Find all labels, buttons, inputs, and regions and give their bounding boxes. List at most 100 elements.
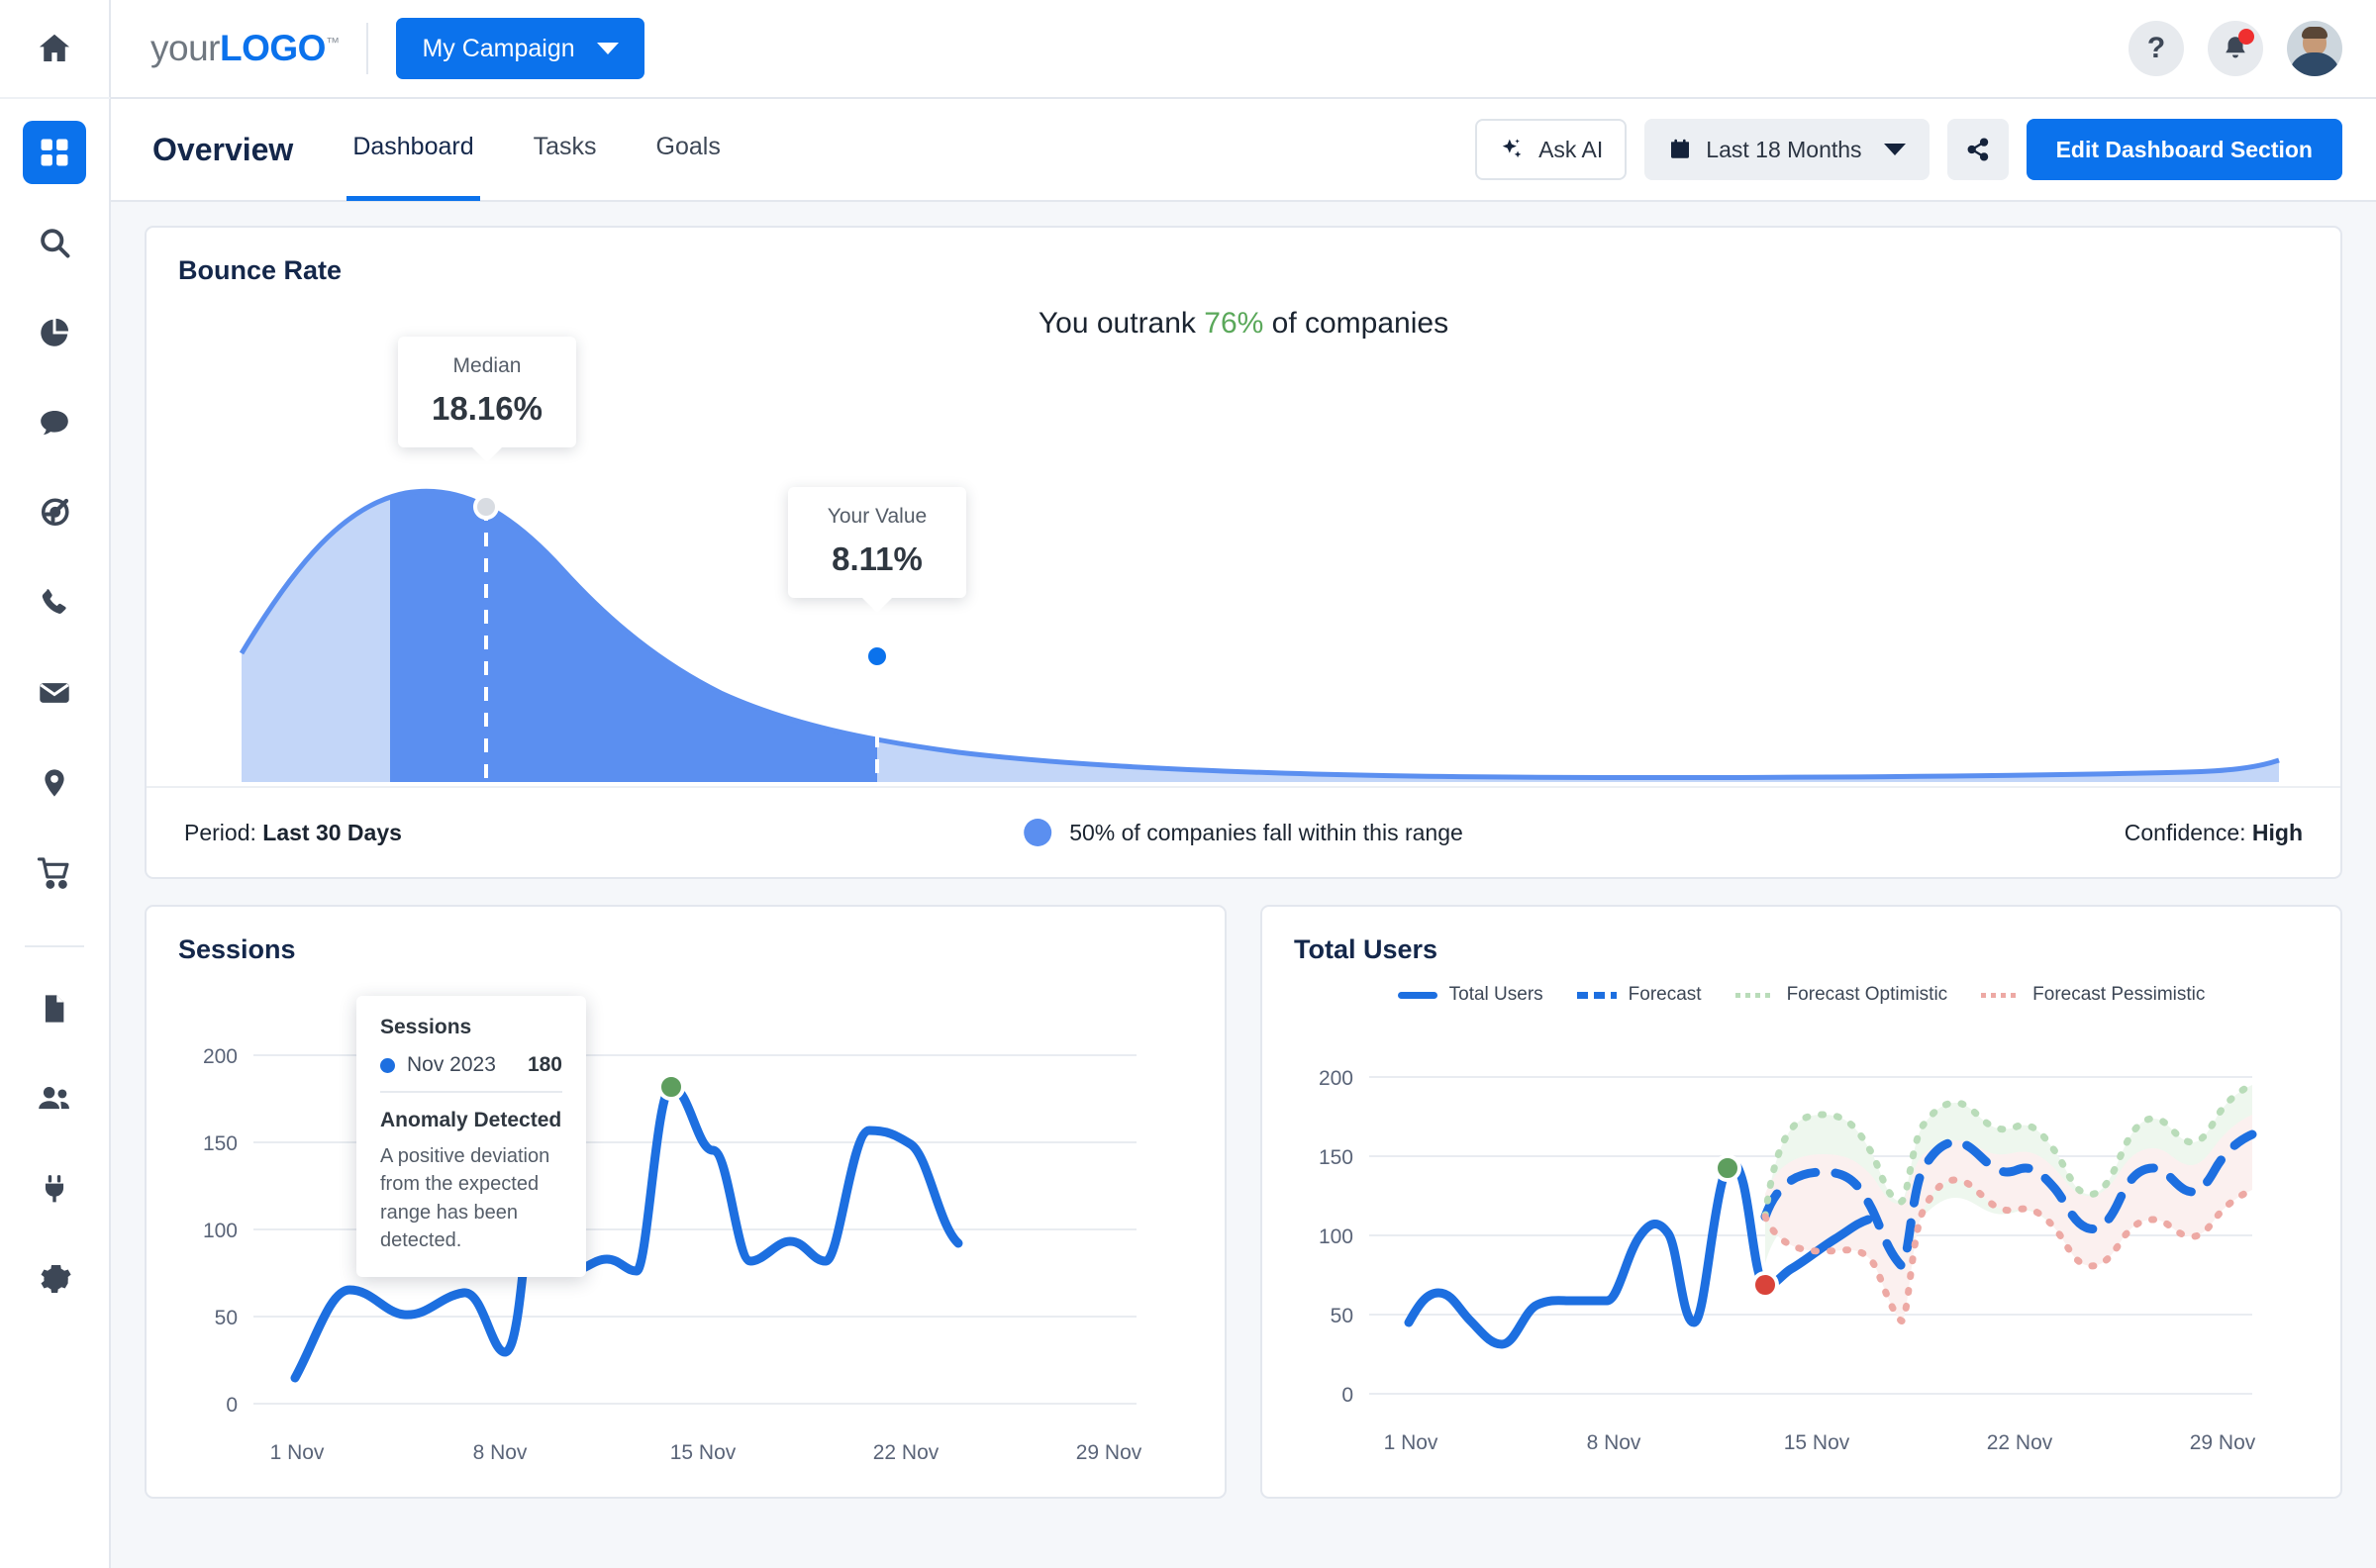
tooltip-anomaly-title: Anomaly Detected [380,1109,562,1132]
page-header: Overview Dashboard Tasks Goals Ask AI [111,99,2376,202]
avatar-hair [2302,27,2327,39]
anomaly-marker-low[interactable] [1753,1273,1777,1297]
help-button[interactable]: ? [2128,21,2184,76]
sidebar-item-calls[interactable] [23,571,86,635]
sidebar-item-targeting[interactable] [23,481,86,544]
sidebar-item-settings[interactable] [23,1247,86,1311]
tooltip-series-dot [380,1058,395,1073]
page-title: Overview [152,132,293,168]
outrank-post: of companies [1263,307,1448,340]
total-users-svg: 200 150 100 50 0 1 Nov 8 Nov 15 Nov 22 N… [1262,1055,2272,1491]
x-tick-label: 29 Nov [1076,1441,1142,1464]
logo-separator [366,23,368,74]
y-tick-label: 150 [1319,1146,1353,1169]
sidebar-item-email[interactable] [23,661,86,725]
avatar[interactable] [2287,21,2342,76]
x-tick-label: 1 Nov [270,1441,325,1464]
median-tooltip-value: 18.16% [426,390,548,428]
tooltip-arrow [860,596,894,613]
pie-chart-icon [37,315,72,350]
x-tick-label: 29 Nov [2190,1431,2256,1454]
legend-item-forecast[interactable]: Forecast [1577,984,1702,1006]
legend-item-forecast-pessimistic[interactable]: Forecast Pessimistic [1981,984,2205,1006]
median-marker [475,496,497,518]
calendar-icon [1668,137,1692,162]
your-value-marker [866,645,888,667]
your-value-tooltip-value: 8.11% [816,540,939,578]
sessions-chart: 200 150 100 50 0 1 Nov 8 Nov 15 Nov 22 N… [147,1016,1225,1497]
tooltip-series-label: Nov 2023 [407,1053,496,1077]
legend-label: Forecast [1629,984,1702,1006]
total-users-title: Total Users [1294,934,2309,965]
header-actions: Ask AI Last 18 Months Edit Dashboard Sec… [1475,119,2342,180]
tab-dashboard[interactable]: Dashboard [346,98,479,201]
legend-item-total-users[interactable]: Total Users [1398,984,1543,1006]
x-tick-label: 8 Nov [473,1441,528,1464]
y-tick-label: 100 [1319,1225,1353,1248]
sidebar-item-messages[interactable] [23,391,86,454]
sidebar-item-integrations[interactable] [23,1157,86,1221]
anomaly-marker-high[interactable] [1716,1156,1739,1180]
y-tick-label: 0 [1341,1384,1353,1407]
tab-goals[interactable]: Goals [650,98,727,201]
bounce-distribution-chart: Median 18.16% Your Value 8.11% [147,366,2340,782]
sidebar-home-button[interactable] [0,0,110,99]
range-legend: 50% of companies fall within this range [1024,819,1463,846]
tab-bar: Dashboard Tasks Goals [346,98,727,201]
sidebar-item-analytics[interactable] [23,301,86,364]
sidebar-item-ecommerce[interactable] [23,841,86,905]
sidebar-item-locations[interactable] [23,751,86,815]
legend-label: Total Users [1449,984,1543,1006]
question-mark-icon: ? [2147,32,2165,65]
y-tick-label: 150 [203,1132,238,1155]
tooltip-anomaly-text: A positive deviation from the expected r… [380,1142,562,1255]
confidence-label: Confidence: [2125,820,2246,845]
notifications-button[interactable] [2208,21,2263,76]
chevron-down-icon [597,43,619,54]
plug-icon [38,1172,71,1206]
sidebar-divider [25,945,84,947]
top-bar: yourLOGO™ My Campaign ? [111,0,2376,99]
period-label: Period: [184,820,256,845]
edit-dashboard-button[interactable]: Edit Dashboard Section [2027,119,2342,180]
anomaly-marker-high[interactable] [659,1075,683,1099]
chevron-down-icon [1884,144,1906,155]
shopping-cart-icon [37,855,72,891]
campaign-selector[interactable]: My Campaign [396,18,644,79]
period-value: Last 30 Days [262,820,402,845]
phone-icon [38,586,71,620]
y-tick-label: 200 [1319,1067,1353,1090]
sidebar-item-list [23,99,86,1337]
total-users-legend: Total Users Forecast Forecast Optimistic [1262,984,2340,1006]
sessions-tooltip: Sessions Nov 2023 180 Anomaly Detected A… [356,996,586,1277]
confidence-info: Confidence: High [2125,820,2303,846]
sparkle-icon [1499,137,1525,162]
y-tick-label: 0 [226,1394,238,1417]
app-root: yourLOGO™ My Campaign ? [0,0,2376,1568]
brand-logo[interactable]: yourLOGO™ [150,28,339,69]
logo-trademark: ™ [326,35,340,50]
range-legend-label: 50% of companies fall within this range [1069,820,1463,846]
ask-ai-button[interactable]: Ask AI [1475,119,1627,180]
logo-prefix: your [150,28,220,68]
notification-badge [2238,29,2254,45]
share-button[interactable] [1947,119,2009,180]
tooltip-series-value: 180 [528,1053,562,1077]
sessions-svg: 200 150 100 50 0 1 Nov 8 Nov 15 Nov 22 N… [147,1016,1156,1491]
tab-tasks[interactable]: Tasks [528,98,603,201]
home-icon [36,30,73,67]
outrank-pre: You outrank [1039,307,1204,340]
sidebar-item-search[interactable] [23,211,86,274]
x-tick-label: 1 Nov [1384,1431,1438,1454]
sidebar-item-reports[interactable] [23,977,86,1040]
tooltip-arrow [470,445,504,462]
distribution-area-band [242,491,2279,782]
legend-item-forecast-optimistic[interactable]: Forecast Optimistic [1735,984,1948,1006]
sidebar-item-contacts[interactable] [23,1067,86,1130]
date-range-selector[interactable]: Last 18 Months [1644,119,1929,180]
sessions-card: Sessions 200 150 100 [145,905,1227,1499]
gear-icon [37,1261,72,1297]
sidebar-item-dashboard[interactable] [23,121,86,184]
target-icon [37,495,72,531]
legend-swatch-solid [1398,992,1437,999]
